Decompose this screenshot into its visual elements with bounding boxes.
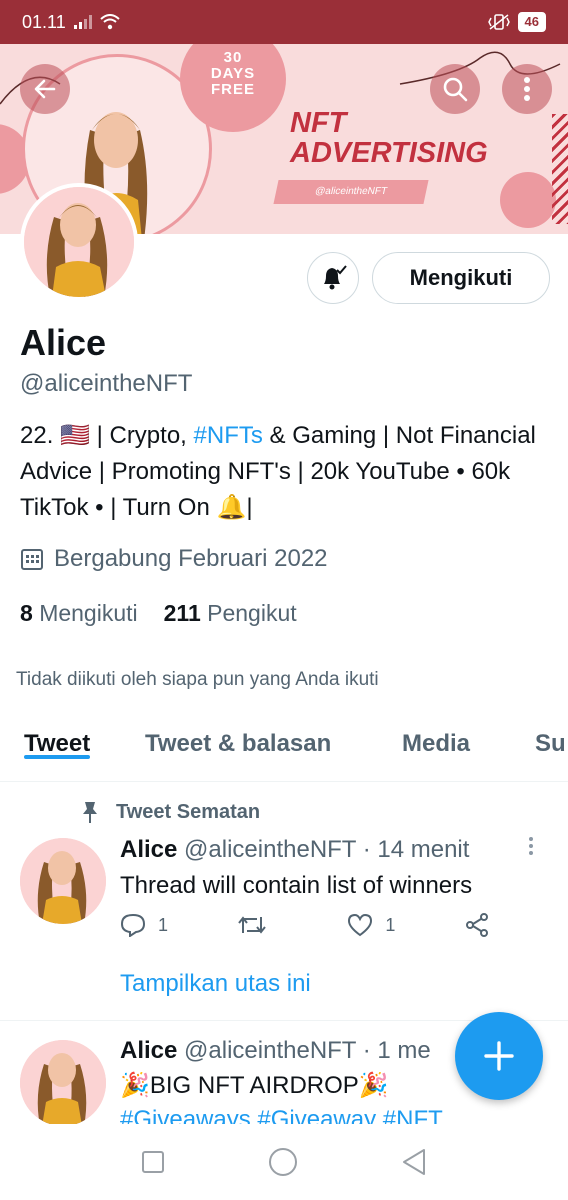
- android-navigation-bar: [0, 1124, 568, 1200]
- tweet-actions: 1 1: [120, 912, 490, 938]
- vibrate-icon: [487, 14, 510, 30]
- notification-bell-button[interactable]: [307, 252, 359, 304]
- retweet-button[interactable]: [237, 913, 279, 937]
- profile-avatar[interactable]: [20, 183, 138, 301]
- tab-media[interactable]: Media: [402, 720, 470, 758]
- compose-tweet-button[interactable]: [455, 1012, 543, 1100]
- pinned-tweet-label: Tweet Sematan: [80, 800, 260, 824]
- bio-hashtag-link[interactable]: #NFTs: [194, 422, 263, 449]
- status-bar: 01.11 46: [0, 0, 568, 44]
- reply-icon: [120, 913, 146, 937]
- follow-stats: 8 Mengikuti 211 Pengikut: [20, 600, 297, 627]
- avatar-photo: [24, 187, 134, 297]
- tweet-avatar[interactable]: [20, 1040, 106, 1126]
- more-vertical-icon: [529, 837, 533, 855]
- plus-icon: [484, 1041, 514, 1071]
- retweet-icon: [237, 916, 266, 934]
- not-followed-notice: Tidak diikuti oleh siapa pun yang Anda i…: [16, 669, 379, 690]
- tab-likes[interactable]: Su: [535, 720, 566, 758]
- search-icon: [443, 77, 468, 102]
- search-button[interactable]: [430, 64, 480, 114]
- calendar-icon: [21, 549, 43, 570]
- following-link[interactable]: 8 Mengikuti: [20, 600, 138, 627]
- pin-icon: [83, 802, 97, 823]
- tab-tweet-replies[interactable]: Tweet & balasan: [145, 720, 331, 758]
- profile-screen: 01.11 46 30 DAYS FREE NFT ADVERTISING @a…: [0, 0, 568, 1200]
- recents-icon[interactable]: [141, 1150, 165, 1174]
- signal-icon: [73, 15, 92, 29]
- profile-name: Alice: [20, 322, 107, 363]
- tab-tweet[interactable]: Tweet: [24, 720, 91, 759]
- battery-indicator: 46: [517, 12, 546, 32]
- tweet-header: Alice @aliceintheNFT · 14 menit: [120, 836, 470, 863]
- profile-handle: @aliceintheNFT: [20, 370, 193, 397]
- tweet-header: Alice @aliceintheNFT · 1 me: [120, 1037, 431, 1064]
- back-nav-icon[interactable]: [401, 1148, 427, 1176]
- reply-button[interactable]: 1: [120, 913, 168, 937]
- home-icon[interactable]: [268, 1147, 298, 1177]
- join-date: Bergabung Februari 2022: [20, 545, 328, 573]
- tweet-avatar[interactable]: [20, 838, 106, 924]
- more-vertical-icon: [524, 77, 530, 101]
- following-button[interactable]: Mengikuti: [372, 252, 550, 304]
- share-button[interactable]: [464, 912, 490, 938]
- profile-tabs: Tweet Tweet & balasan Media Su: [0, 720, 568, 782]
- profile-bio: 22. 🇺🇸 | Crypto, #NFTs & Gaming | Not Fi…: [20, 422, 536, 521]
- heart-icon: [348, 913, 373, 937]
- status-time: 01.11: [22, 11, 66, 32]
- show-thread-link[interactable]: Tampilkan utas ini: [120, 970, 311, 998]
- followers-link[interactable]: 211 Pengikut: [164, 600, 297, 627]
- bell-check-icon: [324, 265, 347, 290]
- share-icon: [466, 913, 488, 937]
- tweet-text: 🎉BIG NFT AIRDROP🎉: [120, 1072, 389, 1099]
- wifi-icon: [100, 14, 120, 30]
- tweet-more-button[interactable]: [528, 836, 534, 862]
- more-options-button[interactable]: [502, 64, 552, 114]
- tweet-hashtags[interactable]: #Giveaways #Giveaway #NFT: [120, 1106, 443, 1124]
- arrow-left-icon: [34, 79, 56, 99]
- back-button[interactable]: [20, 64, 70, 114]
- like-button[interactable]: 1: [347, 913, 395, 937]
- tweet-text: Thread will contain list of winners: [120, 872, 473, 899]
